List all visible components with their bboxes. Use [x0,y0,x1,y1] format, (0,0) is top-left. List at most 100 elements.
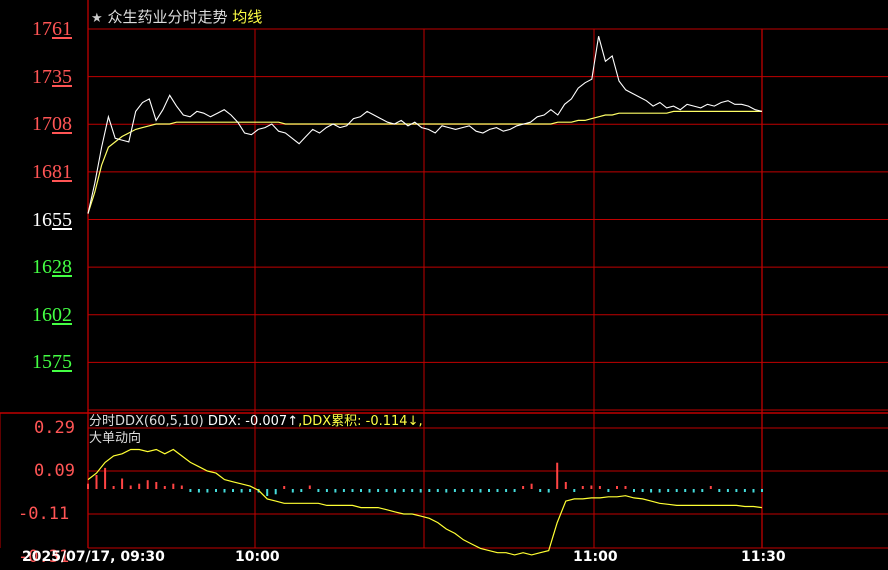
ddx-bar [206,489,209,493]
ddx-bar [641,489,644,492]
ddx-bar [342,489,345,492]
ddx-bar [530,483,533,489]
ddx-bar [436,489,439,492]
ddx-bar [564,482,567,489]
intraday-chart[interactable] [0,0,888,570]
ddx-bar [402,489,405,492]
ddx-bar [138,483,141,489]
price-axis-label: 1681 [32,162,72,182]
ddx-bar [547,489,550,493]
ddx-bar [163,486,166,489]
ddx-bar [112,486,115,489]
ddx-bar [351,489,354,492]
price-axis-label: 1761 [32,19,72,39]
ddx-sum-value: ,DDX累积: -0.114↓, [298,414,423,429]
ddx-bar [505,489,508,492]
ddx-bar [735,489,738,492]
ddx-bar [274,489,277,495]
price-axis-label: 1735 [32,67,72,87]
ddx-bar [496,489,499,492]
ddx-bar [104,467,107,489]
ddx-bar [462,489,465,492]
price-axis-label: 1628 [32,257,72,277]
ddx-bar [317,489,320,492]
ddx-bar [377,489,380,492]
price-label-digits: 16 [32,256,52,279]
price-label-digits: 17 [32,113,52,136]
ddx-bars [87,462,763,496]
ddx-bar [95,475,98,489]
price-axis-label: 1655 [32,210,72,230]
ddx-value: DDX: -0.007↑ [207,414,299,429]
ddx-bar [718,489,721,492]
ddx-indicator-label[interactable]: 分时DDX(60,5,10) [89,414,204,429]
ddx-bar [419,489,422,493]
ddx-bar [650,489,653,493]
price-label-digits: 16 [32,208,52,231]
ddx-bar [291,489,294,493]
ddx-bar [172,483,175,489]
price-label-underlined-digits: 81 [52,160,72,183]
ddx-bar [513,489,516,492]
ddx-bar [445,489,448,493]
ddx-bar [411,489,414,492]
price-label-underlined-digits: 28 [52,256,72,279]
ddx-bar [325,489,328,492]
ddx-bar [479,489,482,493]
ddx-bar [522,486,525,489]
ddx-bar [488,489,490,492]
ddx-bar [573,489,576,492]
ddx-bar [308,485,311,489]
ddx-bar [240,489,243,493]
ddx-bar [283,486,286,489]
ddx-bar [616,486,618,489]
price-label-digits: 17 [32,18,52,40]
price-label-underlined-digits: 08 [52,113,72,136]
ddx-bar [598,486,601,489]
ddx-bar [129,485,132,489]
price-label-digits: 17 [32,65,52,88]
price-axis-label: 1708 [32,114,72,134]
ddx-bar [581,486,584,489]
ddx-header: 分时DDX(60,5,10) DDX: -0.007↑,DDX累积: -0.11… [89,415,423,429]
price-axis-label: 1602 [32,305,72,325]
ddx-bar [180,485,183,489]
ddx-bar [752,489,755,493]
ddx-bar [726,489,729,492]
ddx-bar [87,483,89,489]
price-label-digits: 16 [32,160,52,183]
ddx-axis-label: -0.11 [18,504,70,524]
price-label-underlined-digits: 35 [52,65,72,88]
ddx-bar [121,478,124,489]
ddx-bar [428,489,431,492]
ddx-axis-label: 0.09 [34,461,75,481]
ddx-bar [743,489,746,492]
ddx-bar [360,489,362,492]
price-label-digits: 15 [32,351,52,374]
ddx-bar [675,489,678,492]
ddx-bar [692,489,695,493]
time-start-label: 2025/07/17, 09:30 [22,549,165,565]
ddx-bar [300,489,303,492]
ddx-bar [633,489,635,492]
ddx-bar [590,485,593,489]
ddx-bar [146,480,149,489]
price-label-underlined-digits: 75 [52,351,72,374]
ddx-bar [249,489,252,492]
ddx-bar [684,489,687,492]
ddx-bar [394,489,397,493]
time-tick-1130: 11:30 [741,549,786,565]
ddx-bar [223,489,226,493]
time-tick-1100: 11:00 [573,549,618,565]
ddx-bar [215,489,217,492]
price-label-digits: 16 [32,303,52,326]
ddx-bar [334,489,337,493]
price-label-underlined-digits: 55 [52,208,72,231]
ddx-bar [266,489,269,496]
ddx-bar [624,486,627,489]
ddx-bar [470,489,473,492]
star-icon[interactable]: ★ [91,11,103,26]
ddx-bar [709,486,712,489]
stock-title: 众生药业分时走势 [107,8,228,26]
ddx-bar [453,489,456,492]
